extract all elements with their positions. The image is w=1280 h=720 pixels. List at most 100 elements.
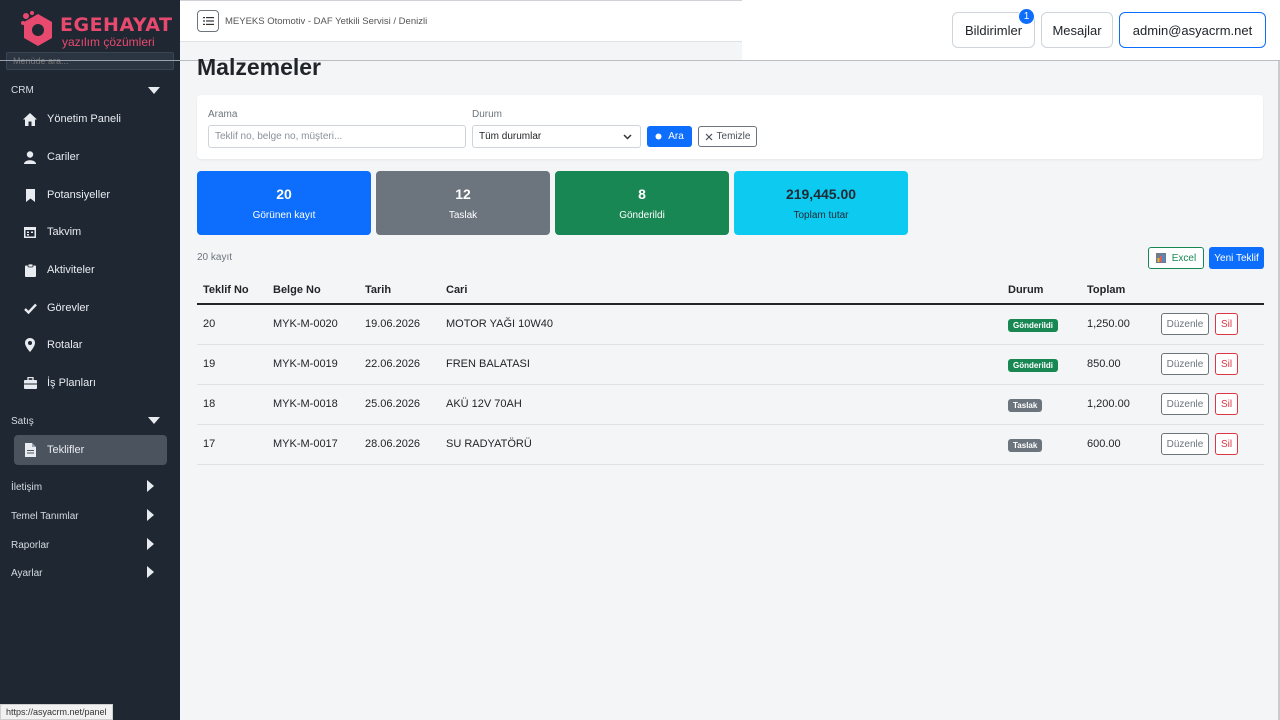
user-icon (22, 149, 38, 165)
menu-toggle-button[interactable] (197, 10, 219, 32)
sidebar-item-accounts[interactable]: Cariler (14, 142, 167, 172)
sidebar-section-definitions[interactable]: Temel Tanımlar (11, 511, 79, 522)
cell-quote-no: 17 (203, 438, 216, 450)
document-icon (22, 442, 38, 458)
status-badge: Taslak (1008, 399, 1043, 412)
logo-subtitle: yazılım çözümleri (62, 35, 155, 49)
top-actions: Bildirimler 1 Mesajlar admin@asyacrm.net (742, 0, 1280, 61)
calendar-icon (22, 224, 38, 240)
caret-down-icon[interactable] (148, 417, 160, 424)
sidebar-search-input[interactable] (6, 52, 174, 70)
stat-card-draft: 12 Taslak (376, 171, 550, 235)
stat-label: Görünen kayıt (252, 210, 316, 221)
search-button[interactable]: Ara (647, 126, 692, 147)
top-bar: MEYEKS Otomotiv - DAF Yetkili Servisi / … (180, 0, 742, 42)
delete-button[interactable]: Sil (1215, 353, 1238, 375)
table-row[interactable]: 18 MYK-M-0018 25.06.2026 AKÜ 12V 70AH Ta… (197, 385, 1264, 425)
sidebar-item-label: İş Planları (47, 377, 96, 389)
sidebar-section-sales[interactable]: Satış (11, 416, 34, 427)
caret-right-icon[interactable] (147, 509, 154, 521)
delete-button[interactable]: Sil (1215, 393, 1238, 415)
status-select[interactable]: Tüm durumlar (472, 125, 641, 148)
edit-button[interactable]: Düzenle (1161, 313, 1209, 335)
cell-date: 28.06.2026 (365, 438, 421, 450)
status-select-value: Tüm durumlar (479, 131, 542, 142)
edit-button[interactable]: Düzenle (1161, 353, 1209, 375)
user-menu-button[interactable]: admin@asyacrm.net (1119, 12, 1266, 48)
map-pin-icon (22, 337, 38, 353)
cell-date: 25.06.2026 (365, 398, 421, 410)
cell-document-no: MYK-M-0017 (273, 438, 338, 450)
cell-document-no: MYK-M-0019 (273, 358, 338, 370)
messages-button[interactable]: Mesajlar (1041, 12, 1113, 48)
stat-card-sent: 8 Gönderildi (555, 171, 729, 235)
edit-button[interactable]: Düzenle (1161, 433, 1209, 455)
sidebar-section-settings[interactable]: Ayarlar (11, 568, 43, 579)
status-badge: Gönderildi (1008, 359, 1058, 372)
bookmark-icon (22, 187, 38, 203)
user-label: admin@asyacrm.net (1132, 22, 1253, 38)
record-count: 20 kayıt (197, 252, 233, 263)
edit-button[interactable]: Düzenle (1161, 393, 1209, 415)
sidebar-item-label: Teklifler (47, 444, 85, 456)
sidebar-item-calendar[interactable]: Takvim (14, 217, 167, 247)
sidebar-section-crm[interactable]: CRM (11, 85, 34, 96)
cell-total: 850.00 (1087, 358, 1121, 370)
excel-export-button[interactable]: Excel (1148, 247, 1204, 269)
column-header[interactable]: Cari (446, 284, 467, 296)
clear-button-label: Temizle (716, 131, 751, 142)
search-input[interactable] (208, 125, 466, 148)
divider (0, 60, 180, 61)
cell-document-no: MYK-M-0018 (273, 398, 338, 410)
status-badge: Gönderildi (1008, 319, 1058, 332)
sidebar-item-activities[interactable]: Aktiviteler (14, 255, 167, 285)
search-button-label: Ara (668, 131, 684, 142)
table-row[interactable]: 20 MYK-M-0020 19.06.2026 MOTOR YAĞI 10W4… (197, 305, 1264, 345)
cell-account: FREN BALATASI (446, 358, 530, 370)
cell-quote-no: 18 (203, 398, 216, 410)
sidebar-item-label: Potansiyeller (47, 189, 110, 201)
close-icon (705, 133, 712, 140)
sidebar-section-communication[interactable]: İletişim (11, 482, 42, 493)
cell-total: 1,250.00 (1087, 318, 1130, 330)
column-header[interactable]: Belge No (273, 284, 321, 296)
stat-label: Toplam tutar (793, 210, 849, 221)
excel-button-label: Excel (1171, 252, 1197, 264)
sidebar-item-tasks[interactable]: Görevler (14, 293, 167, 323)
table-row[interactable]: 19 MYK-M-0019 22.06.2026 FREN BALATASI G… (197, 345, 1264, 385)
stat-value: 12 (455, 186, 471, 202)
stat-label: Gönderildi (619, 210, 665, 221)
column-header[interactable]: Teklif No (203, 284, 249, 296)
caret-right-icon[interactable] (147, 538, 154, 550)
caret-down-icon[interactable] (148, 87, 160, 94)
table-header: Teklif No Belge No Tarih Cari Durum Topl… (197, 278, 1264, 305)
chevron-down-icon (623, 134, 632, 140)
check-icon (22, 300, 38, 316)
caret-right-icon[interactable] (147, 480, 154, 492)
column-header[interactable]: Tarih (365, 284, 391, 296)
caret-right-icon[interactable] (147, 566, 154, 578)
delete-button[interactable]: Sil (1215, 313, 1238, 335)
sidebar-item-dashboard[interactable]: Yönetim Paneli (14, 104, 167, 134)
notifications-label: Bildirimler (964, 22, 1023, 38)
logo-mark-icon (21, 11, 52, 46)
sidebar-item-routes[interactable]: Rotalar (14, 330, 167, 360)
sidebar-item-quotes[interactable]: Teklifler (14, 435, 167, 465)
stat-card-visible: 20 Görünen kayıt (197, 171, 371, 235)
stat-label: Taslak (448, 210, 478, 221)
column-header[interactable]: Durum (1008, 284, 1043, 296)
divider (180, 60, 1280, 61)
sidebar-item-leads[interactable]: Potansiyeller (14, 180, 167, 210)
new-quote-button[interactable]: Yeni Teklif (1209, 247, 1264, 269)
clear-button[interactable]: Temizle (698, 126, 757, 147)
sidebar-section-reports[interactable]: Raporlar (11, 540, 49, 551)
sidebar-item-work-plans[interactable]: İş Planları (14, 368, 167, 398)
table-row[interactable]: 17 MYK-M-0017 28.06.2026 SU RADYATÖRÜ Ta… (197, 425, 1264, 465)
logo[interactable]: EGEHAYAT yazılım çözümleri (18, 8, 172, 52)
search-icon (655, 133, 662, 139)
column-header[interactable]: Toplam (1087, 284, 1125, 296)
cell-date: 22.06.2026 (365, 358, 421, 370)
cell-date: 19.06.2026 (365, 318, 421, 330)
cell-account: AKÜ 12V 70AH (446, 398, 522, 410)
delete-button[interactable]: Sil (1215, 433, 1238, 455)
